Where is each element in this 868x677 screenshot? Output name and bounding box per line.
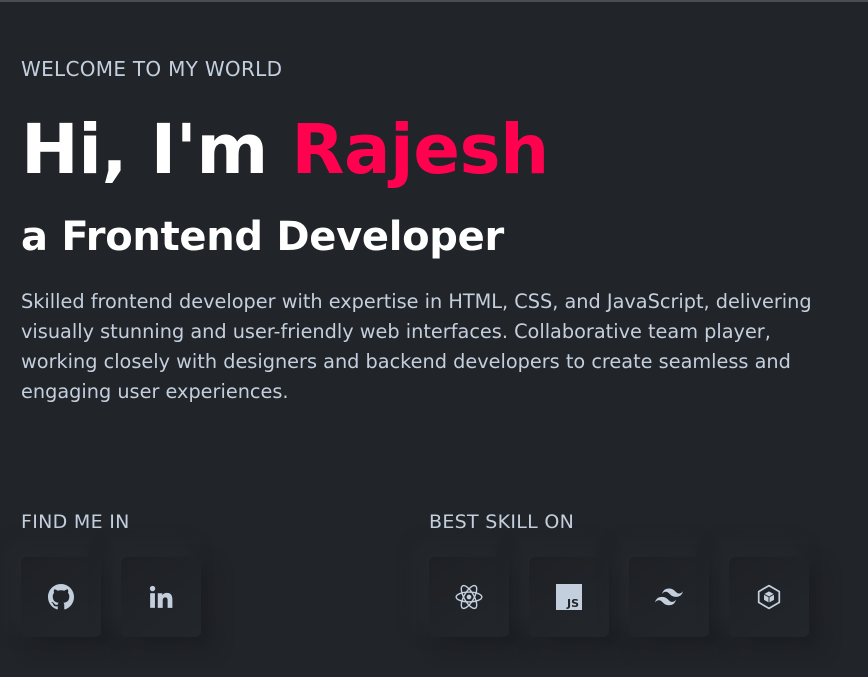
headline-name: Rajesh: [291, 110, 549, 190]
github-link[interactable]: [21, 557, 101, 637]
welcome-eyebrow: WELCOME TO MY WORLD: [21, 57, 283, 81]
best-skill-label: BEST SKILL ON: [429, 511, 575, 533]
headline-greeting: Hi, I'm: [21, 110, 292, 190]
tailwind-skill[interactable]: [629, 557, 709, 637]
javascript-skill[interactable]: JS: [529, 557, 609, 637]
react-skill[interactable]: [429, 557, 509, 637]
hero-bio: Skilled frontend developer with expertis…: [21, 290, 812, 403]
javascript-icon: JS: [556, 584, 582, 610]
linkedin-link[interactable]: [121, 557, 201, 637]
top-border: [0, 0, 868, 2]
hero-headline: Hi, I'm Rajesh: [21, 108, 549, 192]
linkedin-icon: [148, 584, 174, 610]
react-icon: [455, 583, 483, 611]
webpack-skill[interactable]: [729, 557, 809, 637]
hero-role: a Frontend Developer: [21, 214, 504, 260]
webpack-icon: [756, 584, 782, 610]
github-icon: [48, 584, 74, 610]
js-badge-text: JS: [566, 597, 579, 610]
social-links: [21, 557, 201, 637]
skill-icons: JS: [429, 557, 809, 637]
tailwind-icon: [655, 588, 683, 606]
find-me-label: FIND ME IN: [21, 511, 130, 533]
